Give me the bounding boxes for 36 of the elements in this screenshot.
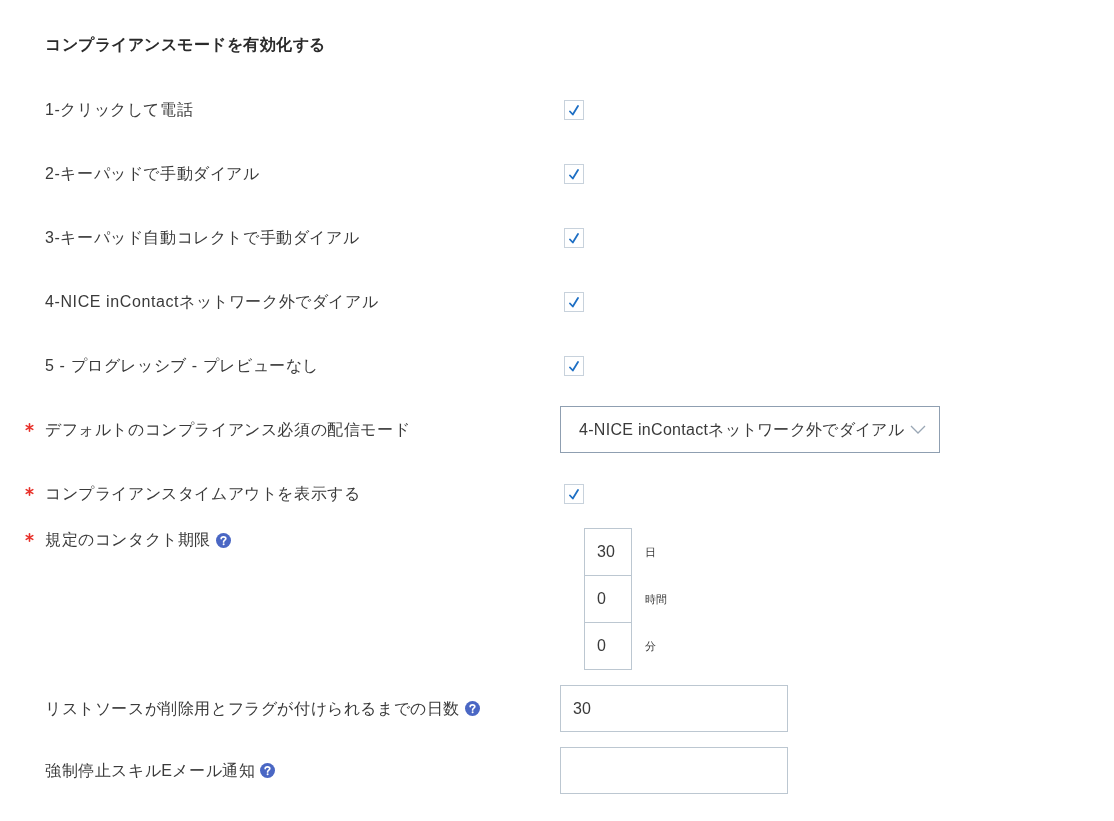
chevron-down-icon (909, 425, 926, 434)
checkmark-icon (569, 296, 579, 308)
unit-label: 日 (645, 544, 656, 560)
mode-label: 1-クリックして電話 (45, 101, 194, 118)
mode-label: 5 - プログレッシブ - プレビューなし (45, 357, 319, 374)
number-input[interactable]: 30 (584, 528, 632, 576)
field-label: デフォルトのコンプライアンス必須の配信モード (45, 419, 411, 440)
mode-label: 4-NICE inContactネットワーク外でダイアル (45, 293, 379, 310)
field-label: リストソースが削除用とフラグが付けられるまでの日数 (45, 698, 460, 719)
checkbox[interactable] (564, 356, 584, 376)
checkbox[interactable] (564, 484, 584, 504)
help-icon[interactable] (260, 763, 276, 778)
checkmark-icon (569, 488, 579, 500)
checkbox[interactable] (564, 100, 584, 120)
section-heading: コンプライアンスモードを有効化する (45, 35, 326, 55)
help-icon[interactable] (465, 701, 480, 716)
help-icon[interactable] (216, 532, 231, 548)
field-label: 規定のコンタクト期限 (45, 530, 211, 550)
checkmark-icon (569, 168, 579, 180)
checkbox[interactable] (564, 292, 584, 312)
unit-label: 時間 (645, 592, 667, 608)
text-input[interactable]: 30 (560, 685, 788, 732)
mode-label: 2-キーパッドで手動ダイアル (45, 165, 260, 182)
field-label: コンプライアンスタイムアウトを表示する (45, 484, 361, 504)
mode-label: 3-キーパッド自動コレクトで手動ダイアル (45, 229, 360, 246)
checkmark-icon (569, 104, 579, 116)
number-input[interactable]: 0 (584, 622, 632, 670)
checkmark-icon (569, 232, 579, 244)
checkbox[interactable] (564, 228, 584, 248)
checkbox[interactable] (564, 164, 584, 184)
unit-label: 分 (645, 639, 656, 655)
number-input[interactable]: 0 (584, 575, 632, 623)
checkmark-icon (569, 360, 579, 372)
dropdown[interactable]: 4-NICE inContactネットワーク外でダイアル (560, 406, 940, 453)
text-input[interactable] (560, 747, 788, 794)
field-label: 強制停止スキルEメール通知 (45, 760, 256, 781)
